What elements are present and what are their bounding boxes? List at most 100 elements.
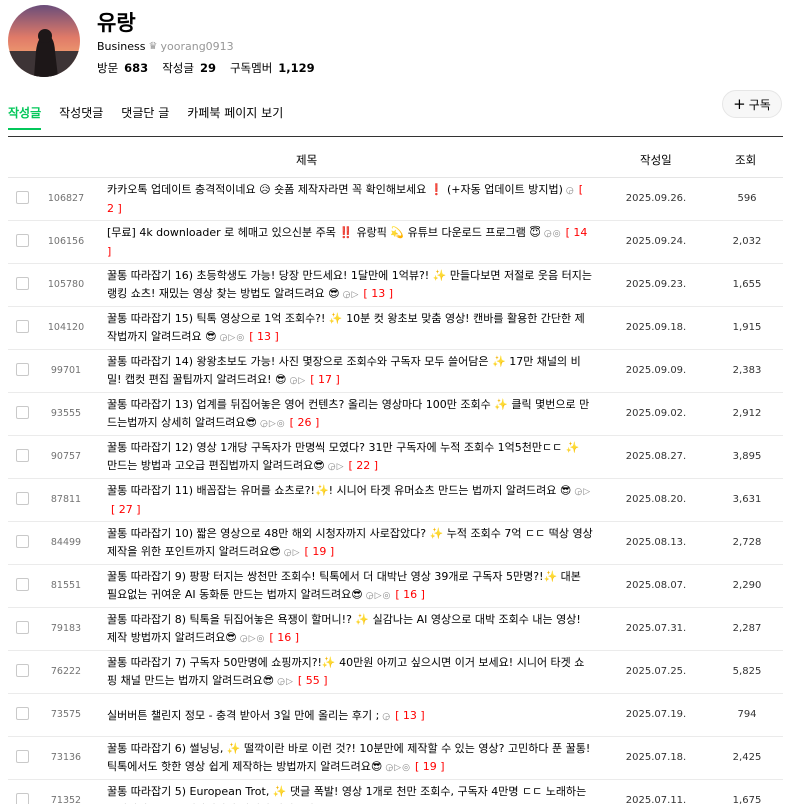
comment-count[interactable]: [ 17 ] [310,373,340,386]
row-checkbox[interactable] [16,793,29,804]
post-number: 105780 [47,279,85,290]
post-views: 2,425 [732,752,762,763]
post-date: 2025.08.13. [625,537,687,548]
row-checkbox[interactable] [16,750,29,763]
row-checkbox[interactable] [16,449,29,462]
post-date: 2025.09.26. [625,193,687,204]
post-date: 2025.08.27. [625,451,687,462]
avatar[interactable] [8,5,80,77]
tab-commented-posts[interactable]: 댓글단 글 [121,104,169,130]
profile-user-id: yoorang0913 [160,40,234,53]
comment-count[interactable]: [ 16 ] [395,588,425,601]
post-title-link[interactable]: 꿀통 따라잡기 6) 썰닝닝, ✨ 떨깍이란 바로 이런 것?! 10분만에 제… [107,740,593,776]
post-title: 카카오톡 업데이트 충격적이네요 😥 숏폼 제작자라면 꼭 확인해보세요 ❗ (… [107,183,563,196]
subscribe-button[interactable]: + 구독 [722,90,782,118]
row-checkbox[interactable] [16,578,29,591]
post-title: 꿀통 따라잡기 14) 왕왕초보도 가능! 사진 몇장으로 조회수와 구독자 모… [107,355,581,386]
post-title-link[interactable]: 꿀통 따라잡기 12) 영상 1개당 구독자가 만명씩 모였다? 31만 구독자… [107,439,593,475]
attachment-icons: ◶◎ [543,229,562,239]
table-row: 73575 실버버튼 챌린지 정모 - 충격 받아서 3일 만에 올리는 후기 ;… [8,694,783,737]
post-number: 76222 [50,666,82,677]
post-title-link[interactable]: 꿀통 따라잡기 16) 초등학생도 가능! 당장 만드세요! 1달만에 1억뷰?… [107,267,593,303]
row-checkbox[interactable] [16,621,29,634]
comment-count[interactable]: [ 55 ] [298,674,328,687]
attachment-icons: ◶▷◎ [260,419,286,429]
post-title: 꿀통 따라잡기 9) 팡팡 터지는 쌍천만 조회수! 틱톡에서 더 대박난 영상… [107,570,581,601]
post-title-link[interactable]: 꿀통 따라잡기 13) 업계를 뒤집어놓은 영어 컨텐츠? 올리는 영상마다 1… [107,396,593,432]
attachment-icons: ◶▷ [327,462,345,472]
post-date: 2025.09.09. [625,365,687,376]
post-date: 2025.07.18. [625,752,687,763]
row-checkbox[interactable] [16,707,29,720]
post-date: 2025.09.02. [625,408,687,419]
comment-count[interactable]: [ 19 ] [305,545,335,558]
row-checkbox[interactable] [16,535,29,548]
row-checkbox[interactable] [16,191,29,204]
post-number: 90757 [50,451,82,462]
attachment-icons: ◶▷◎ [365,591,392,601]
post-title-link[interactable]: 꿀통 따라잡기 9) 팡팡 터지는 쌍천만 조회수! 틱톡에서 더 대박난 영상… [107,568,593,604]
comment-count[interactable]: [ 13 ] [395,709,425,722]
table-header: 제목 작성일 조회 [8,136,783,178]
table-row: 105780 꿀통 따라잡기 16) 초등학생도 가능! 당장 만드세요! 1달만… [8,264,783,307]
post-title: 꿀통 따라잡기 6) 썰닝닝, ✨ 떨깍이란 바로 이런 것?! 10분만에 제… [107,742,591,773]
attachment-icons: ◶▷ [342,290,360,300]
post-title: 꿀통 따라잡기 7) 구독자 50만명에 쇼핑까지?!✨ 40만원 아끼고 싶으… [107,656,585,687]
post-date: 2025.09.18. [625,322,687,333]
post-title-link[interactable]: 꿀통 따라잡기 5) European Trot, ✨ 댓글 폭발! 영상 1개… [107,783,593,804]
post-number: 71352 [50,795,82,804]
tab-posts[interactable]: 작성글 [8,104,42,130]
stat-members: 구독멤버 1,129 [229,61,315,75]
row-checkbox[interactable] [16,492,29,505]
column-date: 작성일 [640,153,672,167]
tab-comments[interactable]: 작성댓글 [59,104,103,130]
post-title: 꿀통 따라잡기 15) 틱톡 영상으로 1억 조회수?! ✨ 10분 컷 왕초보… [107,312,585,343]
tab-cafebook[interactable]: 카페북 페이지 보기 [187,104,283,130]
comment-count[interactable]: [ 13 ] [363,287,393,300]
post-title: [무료] 4k downloader 로 헤매고 있으신분 주목 ‼️ 유랑픽 … [107,226,541,239]
row-checkbox[interactable] [16,277,29,290]
tab-bar: 작성글 작성댓글 댓글단 글 카페북 페이지 보기 [8,104,283,130]
stat-posts: 작성글 29 [162,61,216,75]
post-views: 2,290 [732,580,762,591]
post-list: 106827 카카오톡 업데이트 충격적이네요 😥 숏폼 제작자라면 꼭 확인해보… [8,178,783,804]
post-title-link[interactable]: 꿀통 따라잡기 8) 틱톡을 뒤집어놓은 욕쟁이 할머니!? ✨ 실감나는 AI… [107,611,593,647]
post-title-link[interactable]: 꿀통 따라잡기 15) 틱톡 영상으로 1억 조회수?! ✨ 10분 컷 왕초보… [107,310,593,346]
post-title-link[interactable]: 꿀통 따라잡기 7) 구독자 50만명에 쇼핑까지?!✨ 40만원 아끼고 싶으… [107,654,593,690]
post-title-link[interactable]: 꿀통 따라잡기 10) 짧은 영상으로 48만 해외 시청자까지 사로잡았다? … [107,525,593,561]
attachment-icons: ◶ [565,186,575,196]
post-title-link[interactable]: 꿀통 따라잡기 11) 배꼽잡는 유머를 쇼츠로?!✨! 시니어 타겟 유머쇼츠… [107,482,593,518]
post-title-link[interactable]: 카카오톡 업데이트 충격적이네요 😥 숏폼 제작자라면 꼭 확인해보세요 ❗ (… [107,181,593,217]
post-title: 꿀통 따라잡기 5) European Trot, ✨ 댓글 폭발! 영상 1개… [107,785,587,804]
row-checkbox[interactable] [16,320,29,333]
row-checkbox[interactable] [16,363,29,376]
post-number: 87811 [50,494,82,505]
post-date: 2025.07.31. [625,623,687,634]
comment-count[interactable]: [ 16 ] [269,631,299,644]
row-checkbox[interactable] [16,234,29,247]
comment-count[interactable]: [ 19 ] [415,760,445,773]
comment-count[interactable]: [ 22 ] [349,459,379,472]
post-number: 73575 [50,709,82,720]
post-views: 1,675 [732,795,762,804]
comment-count[interactable]: [ 26 ] [290,416,320,429]
attachment-icons: ◶▷◎ [239,634,266,644]
post-title: 꿀통 따라잡기 8) 틱톡을 뒤집어놓은 욕쟁이 할머니!? ✨ 실감나는 AI… [107,613,581,644]
post-views: 3,631 [732,494,762,505]
comment-count[interactable]: [ 27 ] [111,503,141,516]
row-checkbox[interactable] [16,664,29,677]
post-number: 106827 [47,193,85,204]
table-row: 81551 꿀통 따라잡기 9) 팡팡 터지는 쌍천만 조회수! 틱톡에서 더 대… [8,565,783,608]
table-row: 79183 꿀통 따라잡기 8) 틱톡을 뒤집어놓은 욕쟁이 할머니!? ✨ 실감… [8,608,783,651]
comment-count[interactable]: [ 13 ] [249,330,279,343]
attachment-icons: ◶▷ [283,548,301,558]
post-views: 5,825 [732,666,762,677]
post-title-link[interactable]: 실버버튼 챌린지 정모 - 충격 받아서 3일 만에 올리는 후기 ; ◶[ 13… [107,707,593,726]
post-title-link[interactable]: 꿀통 따라잡기 14) 왕왕초보도 가능! 사진 몇장으로 조회수와 구독자 모… [107,353,593,389]
attachment-icons: ◶▷ [289,376,307,386]
subscribe-label: 구독 [748,97,771,112]
profile-header: 유랑 Business ♛ yoorang0913 방문 683 작성글 29 구독… [8,5,788,85]
row-checkbox[interactable] [16,406,29,419]
profile-stats: 방문 683 작성글 29 구독멤버 1,129 [97,60,315,76]
post-title-link[interactable]: [무료] 4k downloader 로 헤매고 있으신분 주목 ‼️ 유랑픽 … [107,224,593,260]
